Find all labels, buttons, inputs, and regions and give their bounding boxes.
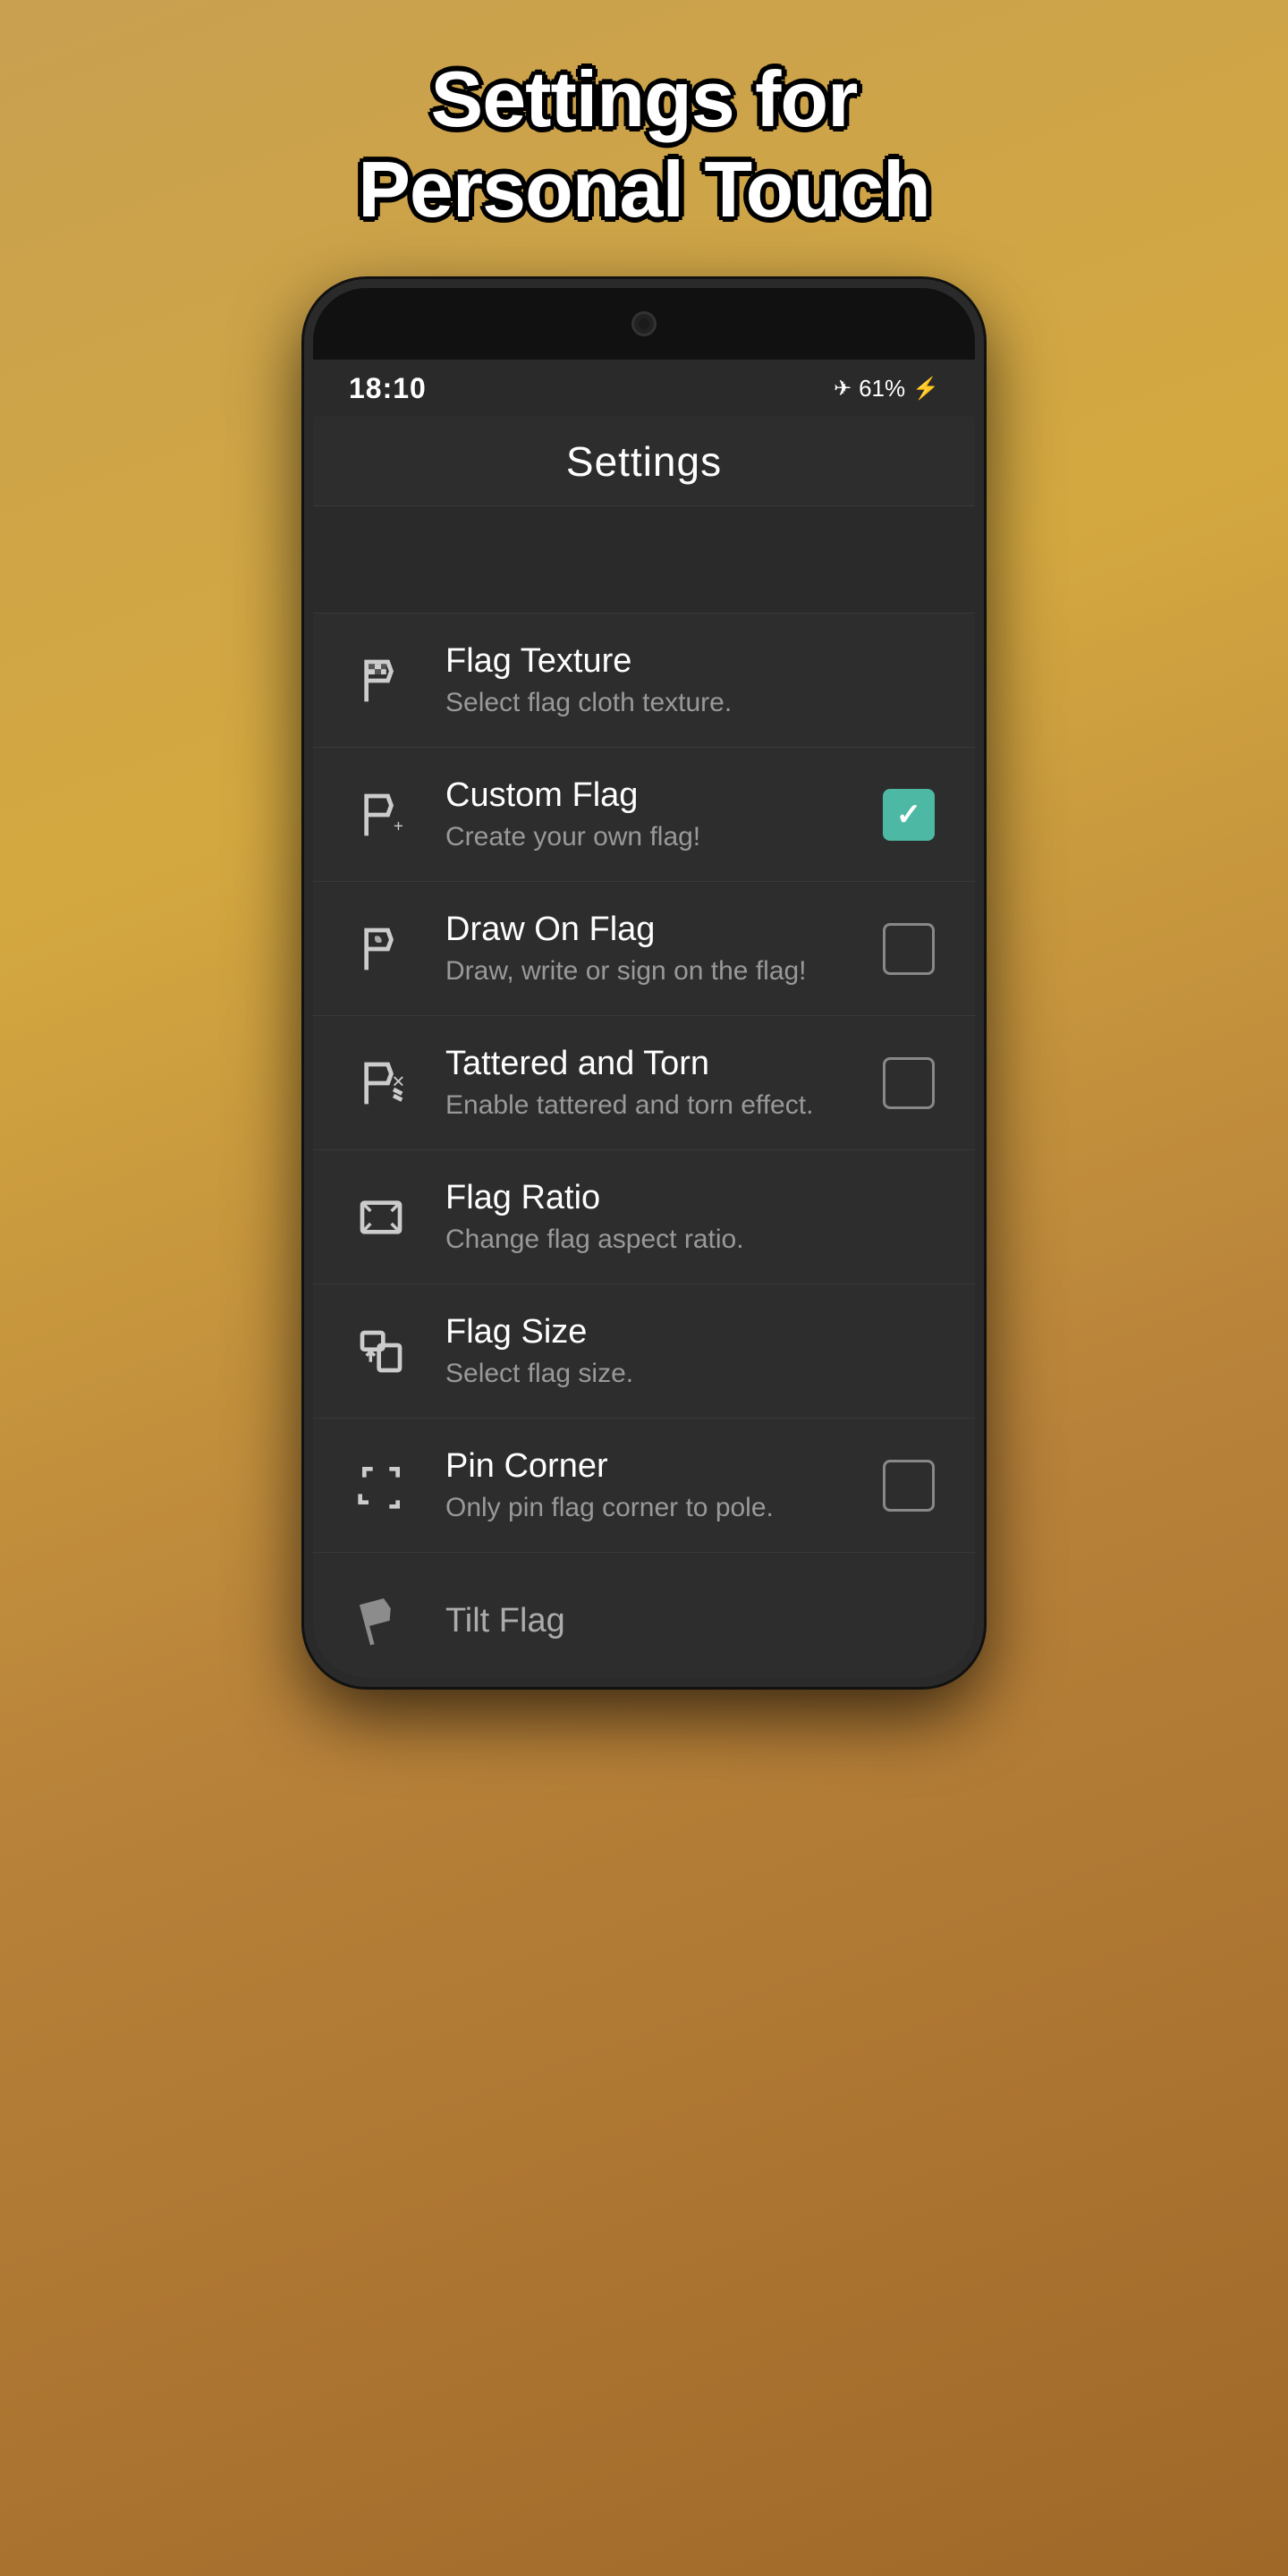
draw-on-flag-subtitle: Draw, write or sign on the flag! [445,956,846,987]
tilt-flag-text: Tilt Flag [445,1602,939,1640]
status-bar: 18:10 ✈ 61% ⚡ [313,360,975,417]
flag-ratio-icon [349,1185,413,1250]
custom-flag-icon: + [349,783,413,847]
flag-size-text: Flag Size Select flag size. [445,1313,939,1389]
tattered-subtitle: Enable tattered and torn effect. [445,1090,846,1121]
custom-flag-control[interactable] [878,784,939,845]
pin-corner-title: Pin Corner [445,1447,846,1486]
settings-item-pin-corner[interactable]: Pin Corner Only pin flag corner to pole. [313,1419,975,1553]
status-time: 18:10 [349,372,427,405]
draw-on-flag-control[interactable] [878,919,939,979]
svg-text:+: + [394,817,403,835]
tilt-flag-title: Tilt Flag [445,1602,939,1640]
empty-section [313,506,975,614]
custom-flag-title: Custom Flag [445,776,846,815]
phone-device: 18:10 ✈ 61% ⚡ Settings [304,279,984,1687]
flag-ratio-text: Flag Ratio Change flag aspect ratio. [445,1179,939,1255]
charging-icon: ⚡ [912,376,939,402]
tattered-control[interactable] [878,1053,939,1114]
status-icons: ✈ 61% ⚡ [834,375,939,402]
pin-corner-control[interactable] [878,1455,939,1516]
settings-item-tilt-flag[interactable]: Tilt Flag [313,1553,975,1678]
battery-indicator: 61% [859,375,905,402]
tattered-text: Tattered and Torn Enable tattered and to… [445,1045,846,1121]
app-title: Settings [566,437,722,486]
draw-on-flag-checkbox[interactable] [883,923,935,975]
flag-size-icon [349,1319,413,1384]
flag-ratio-title: Flag Ratio [445,1179,939,1217]
draw-on-flag-text: Draw On Flag Draw, write or sign on the … [445,911,846,987]
settings-item-flag-ratio[interactable]: Flag Ratio Change flag aspect ratio. [313,1150,975,1284]
settings-item-tattered[interactable]: ✕ Tattered and Torn Enable tattered and … [313,1016,975,1150]
settings-list: Flag Texture Select flag cloth texture. … [313,614,975,1678]
flag-texture-text: Flag Texture Select flag cloth texture. [445,642,939,718]
svg-text:✕: ✕ [392,1072,406,1091]
settings-item-custom-flag[interactable]: + Custom Flag Create your own flag! [313,748,975,882]
tattered-checkbox[interactable] [883,1057,935,1109]
camera [631,311,657,336]
draw-on-flag-icon [349,917,413,981]
settings-item-flag-size[interactable]: Flag Size Select flag size. [313,1284,975,1419]
flag-size-title: Flag Size [445,1313,939,1352]
pin-corner-subtitle: Only pin flag corner to pole. [445,1493,846,1523]
custom-flag-checkbox[interactable] [883,789,935,841]
flag-texture-title: Flag Texture [445,642,939,681]
phone-notch [313,288,975,360]
airplane-icon: ✈ [834,376,852,402]
pin-corner-text: Pin Corner Only pin flag corner to pole. [445,1447,846,1523]
settings-item-draw-on-flag[interactable]: Draw On Flag Draw, write or sign on the … [313,882,975,1016]
custom-flag-subtitle: Create your own flag! [445,822,846,852]
tattered-title: Tattered and Torn [445,1045,846,1083]
draw-on-flag-title: Draw On Flag [445,911,846,949]
pin-corner-checkbox[interactable] [883,1460,935,1512]
settings-item-flag-texture[interactable]: Flag Texture Select flag cloth texture. [313,614,975,748]
custom-flag-text: Custom Flag Create your own flag! [445,776,846,852]
flag-texture-icon [349,648,413,713]
page-title: Settings for Personal Touch [358,54,930,234]
app-header: Settings [313,417,975,506]
side-button [980,503,984,592]
flag-texture-subtitle: Select flag cloth texture. [445,688,939,718]
flag-size-subtitle: Select flag size. [445,1359,939,1389]
flag-ratio-subtitle: Change flag aspect ratio. [445,1224,939,1255]
pin-corner-icon [349,1453,413,1518]
tattered-icon: ✕ [349,1051,413,1115]
tilt-flag-icon [349,1589,413,1653]
